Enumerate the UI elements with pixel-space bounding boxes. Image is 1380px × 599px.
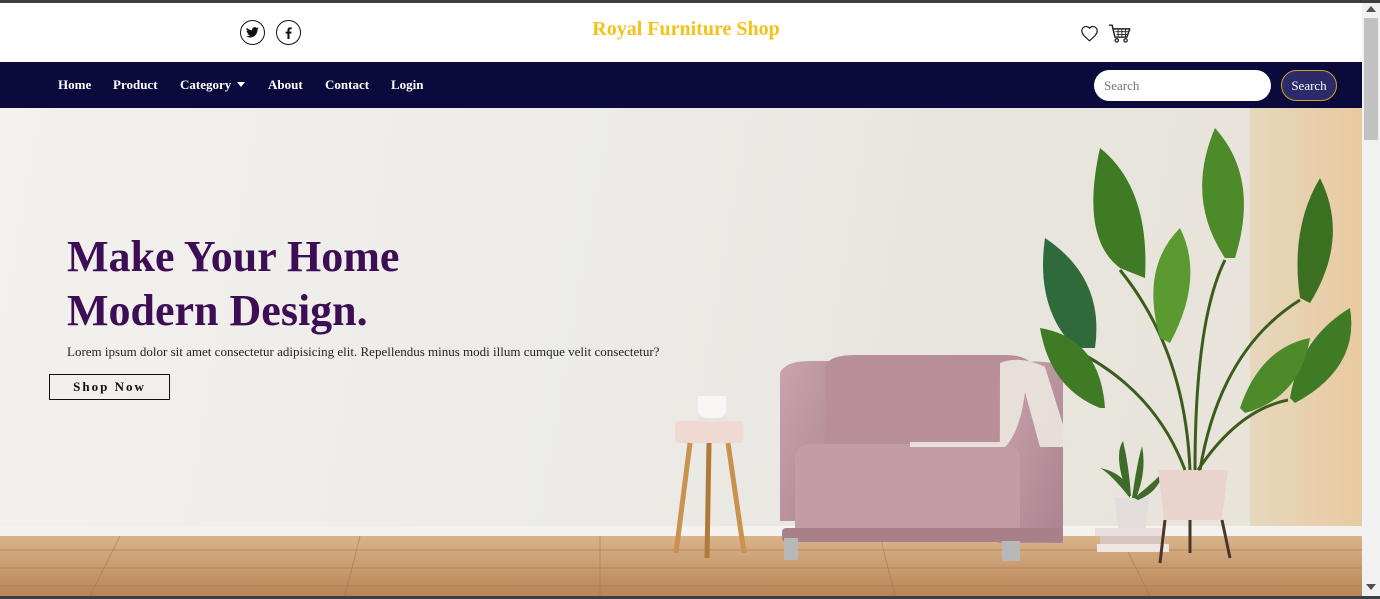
nav-home[interactable]: Home [58,77,91,93]
nav-login[interactable]: Login [391,77,424,93]
scroll-up-arrow-icon[interactable] [1366,6,1376,12]
nav-product[interactable]: Product [113,77,158,93]
brand-title[interactable]: Royal Furniture Shop [0,18,1372,41]
chevron-down-icon [237,82,246,88]
hero-title-line-2: Modern Design. [67,286,368,335]
shop-now-button[interactable]: Shop Now [49,374,170,400]
nav-contact[interactable]: Contact [325,77,369,93]
heart-icon[interactable] [1080,25,1099,47]
nav-about[interactable]: About [268,77,303,93]
search-input[interactable] [1094,70,1271,101]
scrollbar-thumb[interactable] [1364,18,1378,140]
nav-category-label: Category [180,77,232,92]
cart-icon[interactable] [1108,23,1132,49]
hero-title: Make Your Home Modern Design. [67,230,567,338]
main-navbar: Home Product Category About Contact Logi… [0,62,1362,108]
hero-banner: Make Your Home Modern Design. Lorem ipsu… [0,108,1362,596]
hero-title-line-1: Make Your Home [67,232,400,281]
search-button[interactable]: Search [1281,70,1337,101]
site-header: Royal Furniture Shop [0,3,1362,62]
nav-category-dropdown[interactable]: Category [180,77,246,93]
hero-subtitle: Lorem ipsum dolor sit amet consectetur a… [67,344,660,359]
scroll-down-arrow-icon[interactable] [1366,584,1376,590]
